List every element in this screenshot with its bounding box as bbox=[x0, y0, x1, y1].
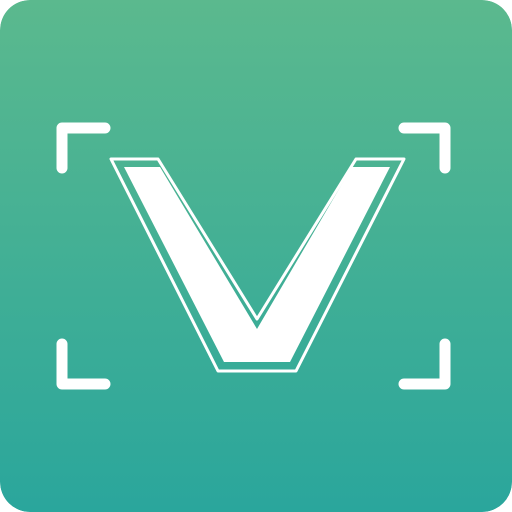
app-icon-background bbox=[0, 0, 512, 512]
app-icon-graphic bbox=[0, 0, 512, 512]
app-icon[interactable] bbox=[0, 0, 512, 512]
